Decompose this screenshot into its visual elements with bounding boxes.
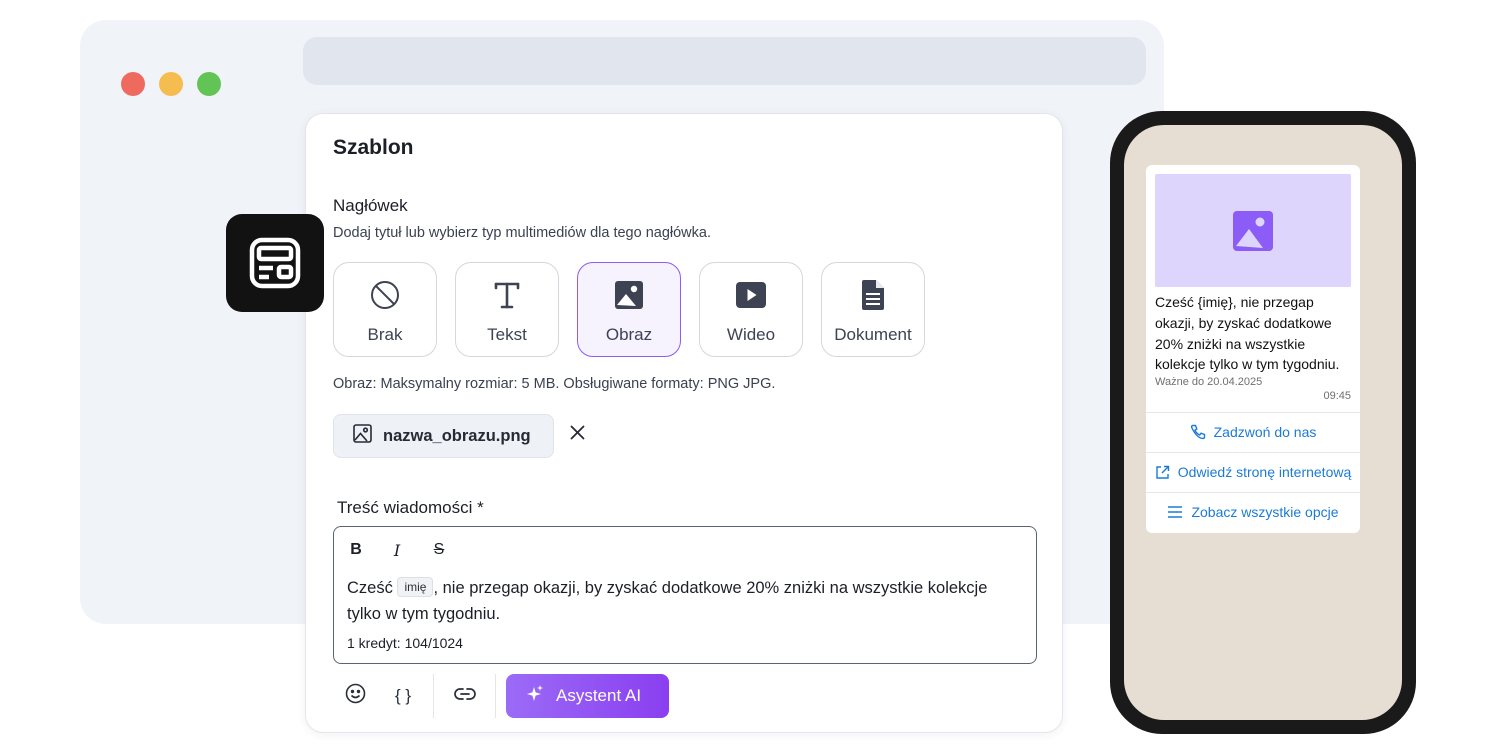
image-placeholder	[1155, 174, 1351, 287]
header-type-none[interactable]: Brak	[333, 262, 437, 357]
link-button[interactable]	[453, 684, 477, 708]
all-options-label: Zobacz wszystkie opcje	[1191, 504, 1339, 520]
ai-assistant-label: Asystent AI	[556, 686, 642, 705]
ai-assistant-button[interactable]: Asystent AI	[506, 674, 669, 718]
remove-file-button[interactable]	[566, 424, 588, 446]
close-dot[interactable]	[121, 72, 145, 96]
message-text-start: Cześć	[347, 579, 398, 597]
italic-button[interactable]: I	[386, 539, 408, 561]
strikethrough-button[interactable]: S	[428, 539, 450, 561]
chat-screen: Cześć {imię}, nie przegap okazji, by zys…	[1124, 125, 1402, 720]
website-action-label: Odwiedź stronę internetową	[1177, 464, 1352, 480]
link-icon	[454, 687, 476, 706]
message-bubble: Cześć {imię}, nie przegap okazji, by zys…	[1146, 165, 1360, 533]
message-body-label: Treść wiadomości *	[337, 498, 484, 517]
header-type-label: Obraz	[605, 325, 653, 344]
template-app-icon	[226, 214, 324, 312]
close-icon	[570, 425, 585, 445]
address-bar[interactable]	[303, 37, 1146, 85]
message-text[interactable]: Cześć imię, nie przegap okazji, by zyska…	[347, 575, 1007, 627]
header-type-text[interactable]: Tekst	[455, 262, 559, 357]
external-link-icon	[1156, 465, 1169, 479]
header-type-label: Tekst	[487, 325, 527, 344]
all-options-button[interactable]: Zobacz wszystkie opcje	[1146, 492, 1360, 532]
emoji-icon	[345, 683, 366, 709]
header-type-document[interactable]: Dokument	[821, 262, 925, 357]
variables-button[interactable]: { }	[391, 684, 415, 708]
image-file-icon	[353, 424, 372, 448]
card-title: Szablon	[333, 136, 414, 159]
template-card: Szablon Nagłówek Dodaj tytuł lub wybierz…	[305, 113, 1063, 733]
website-action-button[interactable]: Odwiedź stronę internetową	[1146, 452, 1360, 492]
bubble-message: Cześć {imię}, nie przegap okazji, by zys…	[1155, 294, 1340, 373]
maximize-dot[interactable]	[197, 72, 221, 96]
document-icon	[856, 278, 890, 312]
bold-button[interactable]: B	[345, 539, 367, 561]
uploaded-file-chip[interactable]: nazwa_obrazu.png	[333, 414, 554, 458]
video-icon	[734, 278, 768, 312]
image-icon	[612, 278, 646, 312]
call-action-label: Zadzwoń do nas	[1213, 424, 1317, 440]
phone-icon	[1190, 424, 1205, 440]
header-type-video[interactable]: Wideo	[699, 262, 803, 357]
phone-preview: Cześć {imię}, nie przegap okazji, by zys…	[1110, 111, 1416, 734]
message-editor[interactable]: B I S Cześć imię, nie przegap okazji, by…	[333, 526, 1037, 664]
toolbar-divider	[433, 674, 434, 718]
sparkle-icon	[524, 684, 544, 709]
minimize-dot[interactable]	[159, 72, 183, 96]
header-type-label: Dokument	[834, 325, 912, 344]
header-label: Nagłówek	[333, 196, 408, 215]
header-type-image[interactable]: Obraz	[577, 262, 681, 357]
header-type-label: Brak	[367, 325, 403, 344]
file-name: nazwa_obrazu.png	[383, 426, 531, 445]
header-description: Dodaj tytuł lub wybierz typ multimediów …	[333, 225, 711, 241]
variable-chip[interactable]: imię	[397, 577, 434, 597]
toolbar-divider	[495, 674, 496, 718]
call-action-button[interactable]: Zadzwoń do nas	[1146, 412, 1360, 452]
no-entry-icon	[368, 278, 402, 312]
header-type-label: Wideo	[726, 325, 776, 344]
valid-until: Ważne do 20.04.2025	[1155, 376, 1263, 388]
menu-icon	[1168, 506, 1183, 518]
emoji-button[interactable]	[343, 683, 367, 709]
message-text-rest: , nie przegap okazji, by zyskać dodatkow…	[347, 579, 988, 623]
text-icon	[490, 278, 524, 312]
image-format-note: Obraz: Maksymalny rozmiar: 5 MB. Obsługi…	[333, 376, 776, 392]
credits-counter: 1 kredyt: 104/1024	[347, 635, 463, 651]
message-time: 09:45	[1323, 390, 1351, 402]
